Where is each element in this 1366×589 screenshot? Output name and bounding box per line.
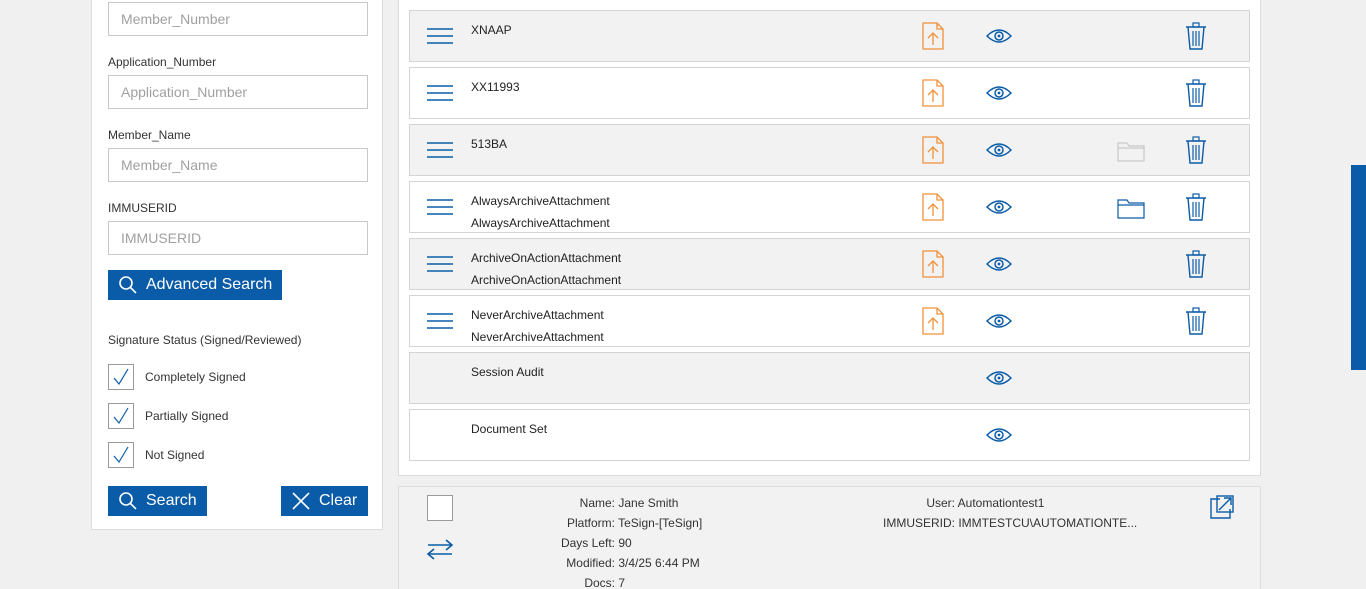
eye-icon[interactable] — [985, 312, 1013, 335]
eye-icon[interactable] — [985, 426, 1013, 449]
partially-signed-option[interactable]: Partially Signed — [108, 403, 228, 429]
not-signed-option[interactable]: Not Signed — [108, 442, 204, 468]
swap-icon[interactable] — [426, 537, 454, 566]
close-icon — [292, 492, 310, 510]
document-name-line2: ArchiveOnActionAttachment — [471, 273, 622, 287]
trash-icon[interactable] — [1185, 79, 1207, 112]
document-row[interactable]: NeverArchiveAttachment NeverArchiveAttach… — [409, 295, 1250, 347]
open-external-icon[interactable] — [1209, 494, 1235, 525]
application-number-label: Application_Number — [108, 55, 217, 69]
clear-button[interactable]: Clear — [281, 486, 368, 516]
document-name: ArchiveOnActionAttachment ArchiveOnAction… — [471, 247, 621, 291]
document-row[interactable]: AlwaysArchiveAttachment AlwaysArchiveAtta… — [409, 181, 1250, 233]
document-name: 513BA — [471, 133, 507, 155]
document-row[interactable]: Session Audit — [409, 352, 1250, 404]
document-name: AlwaysArchiveAttachment AlwaysArchiveAtta… — [471, 190, 610, 234]
member-name-label: Member_Name — [108, 128, 191, 142]
drag-handle-icon[interactable] — [427, 84, 453, 107]
document-name-line1: 513BA — [471, 137, 508, 151]
folder-icon[interactable] — [1117, 197, 1145, 224]
document-name-line1: ArchiveOnActionAttachment — [471, 251, 622, 265]
completely-signed-option[interactable]: Completely Signed — [108, 364, 246, 390]
document-name: Session Audit — [471, 361, 544, 383]
drag-handle-icon[interactable] — [427, 27, 453, 50]
immuserid-label: IMMUSERID — [108, 201, 177, 215]
document-row[interactable]: Document Set — [409, 409, 1250, 461]
eye-icon[interactable] — [985, 84, 1013, 107]
upload-document-icon[interactable] — [922, 307, 944, 340]
document-name-line1: NeverArchiveAttachment — [471, 308, 604, 322]
upload-document-icon[interactable] — [922, 193, 944, 226]
folder-icon[interactable] — [1117, 140, 1145, 167]
clear-label: Clear — [319, 492, 358, 509]
advanced-search-label: Advanced Search — [146, 276, 273, 293]
upload-document-icon[interactable] — [922, 22, 944, 55]
advanced-search-button[interactable]: Advanced Search — [108, 270, 282, 300]
drag-handle-icon[interactable] — [427, 312, 453, 335]
session-days-left: Days Left: 90 — [560, 536, 632, 550]
signature-status-title: Signature Status (Signed/Reviewed) — [108, 333, 302, 347]
session-docs: Docs: 7 — [584, 576, 626, 589]
document-name-line1: Document Set — [471, 422, 548, 436]
document-row[interactable]: 513BA — [409, 124, 1250, 176]
search-label: Search — [146, 492, 197, 509]
eye-icon[interactable] — [985, 27, 1013, 50]
document-name-line1: XNAAP — [471, 23, 512, 37]
drag-handle-icon[interactable] — [427, 255, 453, 278]
immuserid-input[interactable] — [108, 221, 368, 255]
member-name-input[interactable] — [108, 148, 368, 182]
session-name: Name: Jane Smith — [579, 496, 679, 510]
not-signed-checkbox[interactable] — [108, 442, 134, 468]
eye-icon[interactable] — [985, 198, 1013, 221]
eye-icon[interactable] — [985, 369, 1013, 392]
document-name-line1: Session Audit — [471, 365, 544, 379]
not-signed-label: Not Signed — [145, 448, 205, 462]
partially-signed-checkbox[interactable] — [108, 403, 134, 429]
session-modified: Modified: 3/4/25 6:44 PM — [566, 556, 700, 570]
check-icon — [113, 446, 129, 464]
document-name: NeverArchiveAttachment NeverArchiveAttach… — [471, 304, 604, 348]
search-icon — [119, 492, 137, 510]
document-name-line2: AlwaysArchiveAttachment — [471, 216, 610, 230]
partially-signed-label: Partially Signed — [145, 409, 229, 423]
document-name: XX11993 — [471, 76, 520, 98]
side-tab-handle[interactable] — [1351, 165, 1366, 370]
document-list-panel: XNAAP XX11993 513BA AlwaysArchiveAttachment… — [398, 0, 1261, 476]
trash-icon[interactable] — [1185, 136, 1207, 169]
session-platform: Platform: TeSign-[TeSign] — [566, 516, 703, 530]
upload-document-icon[interactable] — [922, 79, 944, 112]
document-name-line1: XX11993 — [471, 80, 520, 94]
search-button[interactable]: Search — [108, 486, 207, 516]
session-select-checkbox[interactable] — [427, 495, 453, 521]
search-panel: Application_Number Member_Name IMMUSERID… — [91, 0, 383, 530]
document-name: Document Set — [471, 418, 547, 440]
document-name-line2: NeverArchiveAttachment — [471, 330, 604, 344]
trash-icon[interactable] — [1185, 22, 1207, 55]
search-icon — [119, 276, 137, 294]
document-row[interactable]: XNAAP — [409, 10, 1250, 62]
member-number-input[interactable] — [108, 2, 368, 36]
completely-signed-checkbox[interactable] — [108, 364, 134, 390]
upload-document-icon[interactable] — [922, 136, 944, 169]
check-icon — [113, 407, 129, 425]
trash-icon[interactable] — [1185, 193, 1207, 226]
document-row[interactable]: ArchiveOnActionAttachment ArchiveOnAction… — [409, 238, 1250, 290]
completely-signed-label: Completely Signed — [145, 370, 246, 384]
upload-document-icon[interactable] — [922, 250, 944, 283]
session-user: User: Automationtest1 — [926, 496, 1045, 510]
session-immuserid: IMMUSERID: IMMTESTCU\AUTOMATIONTE... — [883, 516, 1138, 530]
eye-icon[interactable] — [985, 141, 1013, 164]
eye-icon[interactable] — [985, 255, 1013, 278]
application-number-input[interactable] — [108, 75, 368, 109]
trash-icon[interactable] — [1185, 307, 1207, 340]
check-icon — [113, 368, 129, 386]
document-name-line1: AlwaysArchiveAttachment — [471, 194, 610, 208]
drag-handle-icon[interactable] — [427, 198, 453, 221]
document-row[interactable]: XX11993 — [409, 67, 1250, 119]
trash-icon[interactable] — [1185, 250, 1207, 283]
drag-handle-icon[interactable] — [427, 141, 453, 164]
document-name: XNAAP — [471, 19, 512, 41]
session-info-panel: Name: Jane Smith Platform: TeSign-[TeSig… — [398, 486, 1261, 589]
